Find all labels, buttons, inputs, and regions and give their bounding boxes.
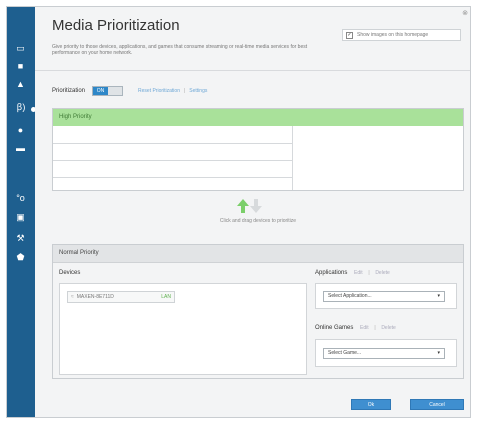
settings-link[interactable]: Settings [189,88,207,94]
header: Media Prioritization Give priority to th… [35,7,470,71]
applications-edit-link[interactable]: Edit [354,270,363,276]
link-separator: | [368,270,370,276]
link-separator: | [374,325,376,331]
devices-label: Devices [59,270,81,276]
close-icon[interactable]: ⊗ [462,9,468,17]
usb-icon[interactable]: °o [14,193,27,203]
device-list[interactable]: ≈ MAXEN-8E711D LAN [59,283,307,375]
online-games-delete-link[interactable]: Delete [381,325,395,331]
select-game-value: Select Game... [328,350,362,356]
high-priority-panel[interactable]: High Priority [52,108,464,191]
prioritization-row: Prioritization ON Reset Prioritization |… [52,86,207,96]
toggle-on-label: ON [93,87,109,95]
prioritization-toggle[interactable]: ON [92,86,124,96]
device-connection-tag: LAN [161,294,171,300]
high-priority-slot[interactable] [53,126,292,144]
main-panel: Media Prioritization Give priority to th… [35,7,470,417]
arrow-down-icon [250,199,262,213]
select-game-dropdown[interactable]: Select Game... ▾ [323,348,445,359]
dialog-window: ▭ ■ ▲ ꞵ) ● ▬ °o ▣ ⚒ ⬟ Media Prioritizati… [6,6,471,418]
ok-button[interactable]: Ok [351,399,391,410]
online-games-edit-link[interactable]: Edit [360,325,369,331]
drag-hint-text: Click and drag devices to prioritize [219,218,297,224]
globe-icon[interactable]: ● [14,125,27,135]
online-games-box: Select Game... ▾ [315,339,457,367]
warning-icon[interactable]: ▲ [14,79,27,89]
prioritization-label: Prioritization [52,88,86,94]
applications-heading: Applications Edit | Delete [315,270,390,276]
drag-hint-area: Click and drag devices to prioritize [52,191,464,244]
high-priority-title: High Priority [53,109,463,126]
page-title: Media Prioritization [52,17,180,34]
media-prioritization-icon[interactable]: ꞵ) [11,101,31,112]
show-images-label: Show images on this homepage [357,32,429,38]
online-games-label: Online Games [315,325,354,331]
high-priority-slot[interactable] [53,160,292,178]
chevron-down-icon: ▾ [437,293,440,299]
applications-delete-link[interactable]: Delete [375,270,389,276]
show-images-checkbox[interactable]: ✓ Show images on this homepage [342,29,461,41]
device-name: MAXEN-8E711D [76,294,114,300]
normal-priority-panel: Normal Priority Devices ≈ MAXEN-8E711D L… [52,244,464,379]
applications-box: Select Application... ▾ [315,283,457,309]
reset-prioritization-link[interactable]: Reset Prioritization [138,88,180,94]
checkbox-checked-icon: ✓ [346,31,353,39]
select-application-dropdown[interactable]: Select Application... ▾ [323,291,445,302]
wifi-icon: ≈ [71,294,74,300]
select-application-value: Select Application... [328,293,372,299]
cancel-button[interactable]: Cancel [410,399,464,410]
shield-icon[interactable]: ⬟ [14,252,27,262]
device-item[interactable]: ≈ MAXEN-8E711D LAN [67,291,175,303]
speed-test-icon[interactable]: ▬ [14,143,27,153]
high-priority-divider [292,126,293,190]
arrow-up-icon [237,199,249,213]
chevron-down-icon: ▾ [437,350,440,356]
normal-priority-title: Normal Priority [53,245,463,263]
applications-label: Applications [315,270,348,276]
high-priority-slot[interactable] [53,143,292,161]
briefcase-icon[interactable]: ■ [14,61,27,71]
sidebar: ▭ ■ ▲ ꞵ) ● ▬ °o ▣ ⚒ ⬟ [7,7,36,417]
page-subtitle: Give priority to those devices, applicat… [52,44,308,56]
device-list-icon[interactable]: ▭ [14,43,27,53]
router-icon[interactable]: ▣ [14,212,27,222]
tools-icon[interactable]: ⚒ [14,233,27,243]
link-separator: | [183,88,186,94]
online-games-heading: Online Games Edit | Delete [315,325,396,331]
